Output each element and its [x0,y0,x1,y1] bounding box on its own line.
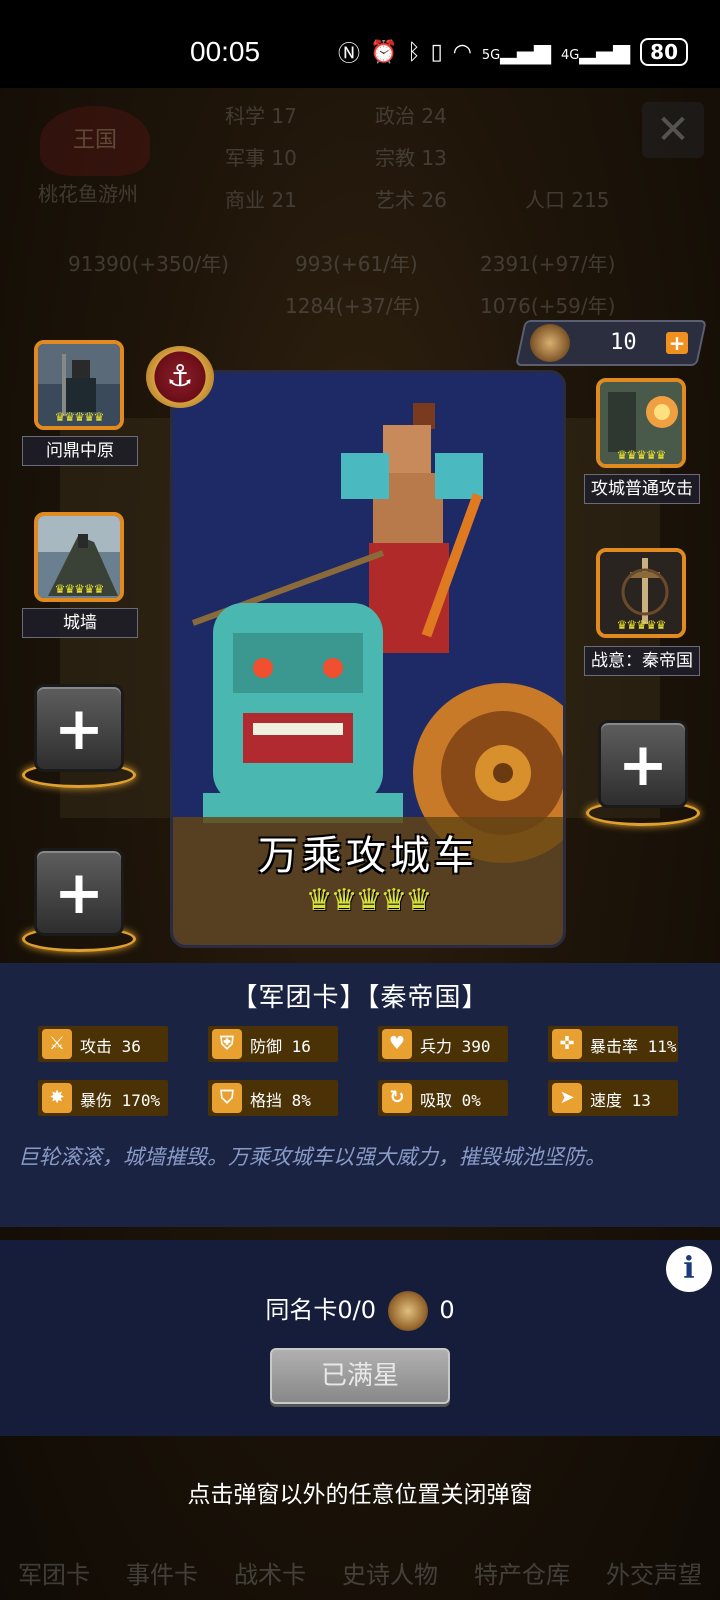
medal-count: 10 [610,330,637,355]
status-icons: Ⓝ ⏰ ᛒ ▯ ◠ 5G▂▄▆ 4G▂▄▆ 80 [338,36,688,68]
slot-stars: ♛♛♛♛♛ [616,448,667,462]
crit-icon: ✜ [552,1029,582,1059]
5g-signal-icon: 5G▂▄▆ [481,39,552,65]
stat-troops: ♥ 兵力 390 [378,1026,508,1062]
plus-icon: + [617,730,669,800]
duplicate-card-count: 同名卡0/0 [265,1296,377,1324]
alarm-icon: ⏰ [369,39,398,65]
shield-icon: ⛨ [212,1029,242,1059]
hero-card: 万乘攻城车 ♛♛♛♛♛ [170,370,566,948]
skill-slot-zhanyi-qin[interactable]: ♛♛♛♛♛ [596,548,686,638]
status-time: 00:05 [190,36,261,67]
skill-slot-city-wall[interactable]: ♛♛♛♛♛ [34,512,124,602]
info-icon[interactable]: i [666,1246,712,1292]
plus-icon: + [53,858,105,928]
nfc-icon: Ⓝ [337,42,360,67]
medal-icon [387,1291,428,1331]
slot-label-wending-zhongyuan: 问鼎中原 [22,436,138,466]
add-skill-slot-button[interactable]: + [34,684,124,772]
vibrate-icon: ▯ [430,39,443,65]
slot-label-zhanyi-qin: 战意：秦帝国 [584,646,700,676]
add-medal-button[interactable]: + [666,331,688,355]
slot-stars: ♛♛♛♛♛ [54,410,105,424]
max-star-button[interactable]: 已满星 [270,1348,450,1404]
crit-damage-icon: ✸ [42,1083,72,1113]
medal-resource-badge: 10 + [515,320,707,366]
star-up-panel [0,1240,720,1436]
speed-icon: ➤ [552,1083,582,1113]
battery-indicator: 80 [640,38,688,66]
add-skill-slot-button[interactable]: + [598,720,688,808]
slot-label-city-wall: 城墙 [22,608,138,638]
sword-icon: ⚔ [42,1029,72,1059]
heart-icon: ♥ [382,1029,412,1059]
hero-stars: ♛♛♛♛♛ [305,883,432,918]
slot-stars: ♛♛♛♛♛ [54,582,105,596]
hero-name: 万乘攻城车 [258,833,478,879]
block-icon: ⛉ [212,1083,242,1113]
stat-defense: ⛨ 防御 16 [208,1026,338,1062]
medal-icon [530,324,570,362]
stat-crit-rate: ✜ 暴击率 11% [548,1026,678,1062]
lifesteal-icon: ↻ [382,1083,412,1113]
duplicate-medal-count: 0 [439,1296,455,1324]
anchor-icon: ⚓ [146,346,214,408]
close-hint: 点击弹窗以外的任意位置关闭弹窗 [187,1482,533,1508]
add-skill-slot-button[interactable]: + [34,848,124,936]
bluetooth-icon: ᛒ [407,39,421,65]
slot-label-siege-attack: 攻城普通攻击 [584,474,700,504]
stat-block: ⛉ 格挡 8% [208,1080,338,1116]
4g-signal-icon: 4G▂▄▆ [561,39,631,65]
stat-crit-damage: ✸ 暴伤 170% [38,1080,168,1116]
plus-icon: + [53,694,105,764]
hero-name-band: 万乘攻城车 ♛♛♛♛♛ [173,817,563,945]
status-bar: 00:05 Ⓝ ⏰ ᛒ ▯ ◠ 5G▂▄▆ 4G▂▄▆ 80 [0,0,720,88]
duplicate-card-row: 同名卡0/0 0 [0,1290,720,1331]
stat-attack: ⚔ 攻击 36 [38,1026,168,1062]
slot-stars: ♛♛♛♛♛ [616,618,667,632]
skill-slot-siege-attack[interactable]: ♛♛♛♛♛ [596,378,686,468]
stat-lifesteal: ↻ 吸取 0% [378,1080,508,1116]
wifi-icon: ◠ [452,39,472,65]
card-tags: 【军团卡】【秦帝国】 [231,983,489,1013]
stat-speed: ➤ 速度 13 [548,1080,678,1116]
skill-slot-wending-zhongyuan[interactable]: ♛♛♛♛♛ [34,340,124,430]
card-description: 巨轮滚滚，城墙摧毁。万乘攻城车以强大威力，摧毁城池坚防。 [18,1145,606,1169]
